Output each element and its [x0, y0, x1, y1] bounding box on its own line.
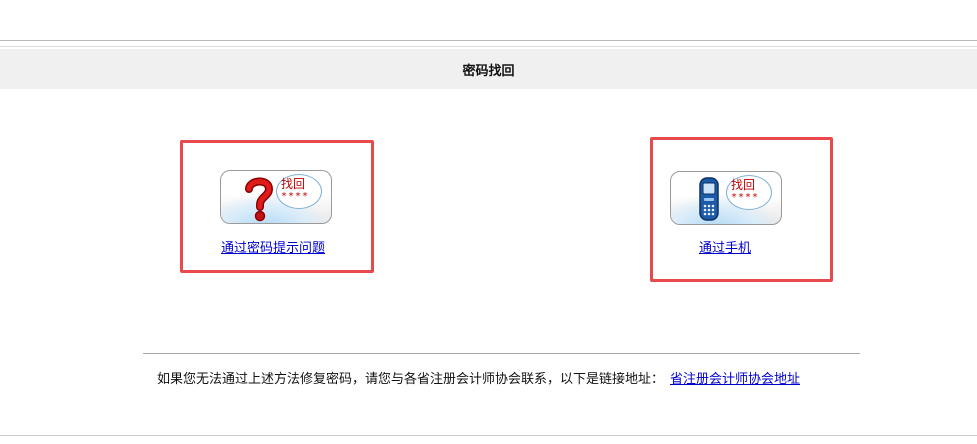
mobile-phone-icon [699, 177, 719, 221]
recover-by-phone-link[interactable]: 通过手机 [699, 237, 751, 256]
bubble-stars: **** [281, 191, 310, 202]
phone-recovery-button-image[interactable]: 找回 **** [670, 171, 782, 225]
page-title-bar: 密码找回 [0, 49, 977, 89]
bubble-text: 找回 [731, 178, 756, 192]
recovery-option-phone: 找回 **** 通过手机 [650, 137, 833, 282]
recovery-option-question: 找回 **** 通过密码提示问题 [180, 140, 374, 273]
top-divider-secondary [0, 46, 977, 47]
top-divider [0, 40, 977, 41]
footer-message-row: 如果您无法通过上述方法修复密码，请您与各省注册会计师协会联系，以下是链接地址： 省… [157, 368, 800, 387]
question-mark-icon [245, 177, 274, 222]
page-title: 密码找回 [462, 63, 515, 79]
question-recovery-button-image[interactable]: 找回 **** [220, 170, 332, 224]
footer-message: 如果您无法通过上述方法修复密码，请您与各省注册会计师协会联系，以下是链接地址： [157, 372, 665, 387]
recover-by-question-link[interactable]: 通过密码提示问题 [221, 237, 325, 256]
bubble-stars: **** [731, 192, 760, 203]
bubble-text: 找回 [281, 177, 306, 191]
bottom-divider [0, 435, 977, 436]
provincial-cpa-association-link[interactable]: 省注册会计师协会地址 [670, 372, 800, 387]
footer-divider [143, 353, 860, 354]
